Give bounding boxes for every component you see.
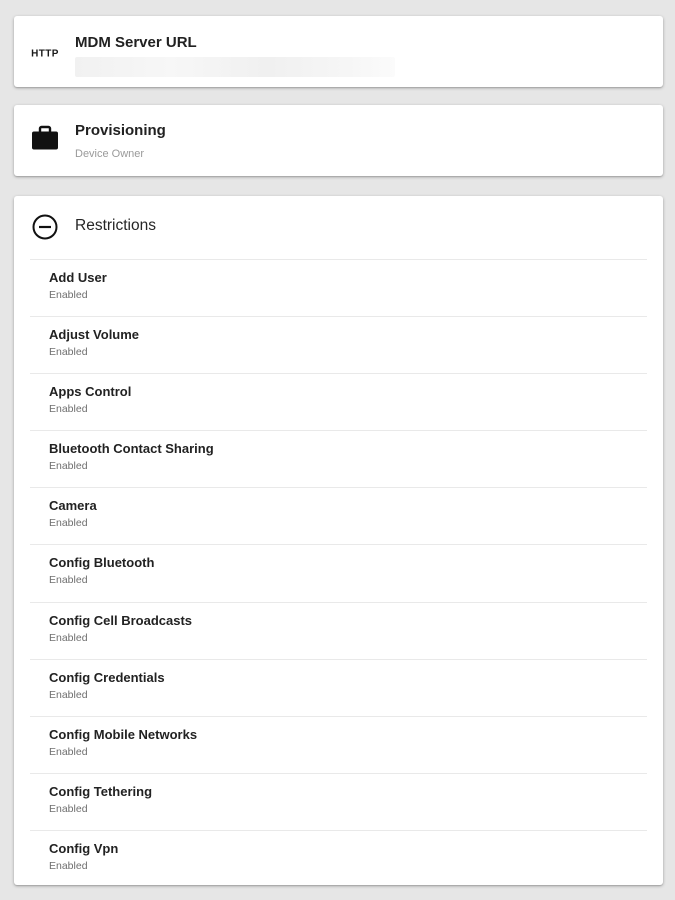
restriction-status: Enabled [49, 631, 88, 644]
restriction-item[interactable]: Apps Control Enabled [30, 373, 647, 430]
restriction-label: Camera [49, 498, 97, 514]
restriction-label: Add User [49, 270, 107, 285]
provisioning-subtitle: Device Owner [75, 148, 145, 160]
restriction-item[interactable]: Config Bluetooth Enabled [30, 544, 647, 601]
restriction-label: Adjust Volume [49, 327, 140, 343]
restriction-status: Enabled [49, 403, 88, 416]
restrictions-card: Restrictions Add User Enabled Adjust Volum… [14, 196, 663, 885]
restrictions-title[interactable]: Restrictions [75, 217, 156, 235]
http-icon: HTTP [31, 48, 59, 60]
restriction-item[interactable]: Config Credentials Enabled [30, 658, 647, 716]
mdm-server-url-title: MDM Server URL [75, 34, 197, 51]
restriction-label: Config Bluetooth [49, 555, 155, 571]
restriction-label: Config Cell Broadcasts [49, 612, 193, 628]
restriction-status: Enabled [49, 517, 88, 530]
mdm-server-url-card[interactable]: HTTP MDM Server URL [14, 16, 663, 87]
restriction-item[interactable]: Bluetooth Contact Sharing Enabled [30, 430, 647, 487]
restriction-label: Config Vpn [49, 840, 119, 856]
restriction-item[interactable]: Config Mobile Networks Enabled [30, 715, 647, 773]
restriction-label: Config Tethering [49, 783, 153, 799]
restriction-status: Enabled [49, 460, 88, 473]
restriction-status: Enabled [49, 346, 88, 359]
restriction-item[interactable]: Add User Enabled [30, 259, 647, 316]
restriction-status: Enabled [49, 688, 88, 701]
restrictions-list: Add User Enabled Adjust Volume Enabled Apps … [30, 259, 647, 887]
restriction-item[interactable]: Config Vpn Enabled [30, 829, 647, 887]
restriction-status: Enabled [49, 289, 88, 301]
mdm-server-url-value-redacted [75, 57, 395, 77]
restriction-label: Apps Control [49, 384, 132, 400]
briefcase-icon [28, 123, 62, 153]
restriction-item[interactable]: Camera Enabled [30, 487, 647, 544]
restriction-item[interactable]: Config Cell Broadcasts Enabled [30, 601, 647, 659]
restriction-status: Enabled [49, 574, 88, 587]
restriction-item[interactable]: Adjust Volume Enabled [30, 316, 647, 373]
restriction-label: Bluetooth Contact Sharing [49, 441, 214, 457]
restriction-item[interactable]: Config Tethering Enabled [30, 772, 647, 830]
restriction-status: Enabled [49, 802, 88, 815]
provisioning-card[interactable]: Provisioning Device Owner [14, 105, 663, 176]
provisioning-title: Provisioning [75, 122, 166, 139]
restriction-status: Enabled [49, 859, 88, 872]
restriction-label: Config Credentials [49, 669, 165, 685]
restriction-label: Config Mobile Networks [49, 726, 198, 742]
restriction-status: Enabled [49, 745, 88, 758]
collapse-icon[interactable] [28, 212, 62, 242]
